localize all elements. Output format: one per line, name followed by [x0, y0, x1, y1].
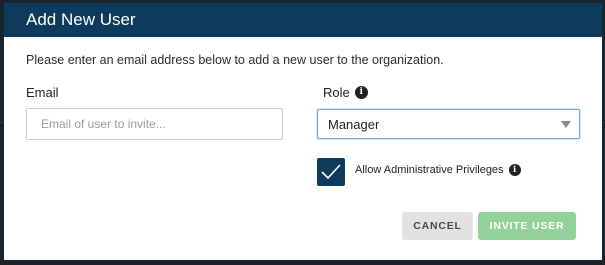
email-input[interactable] [26, 108, 283, 140]
role-label: Role i [323, 85, 368, 100]
checkmark-icon [321, 164, 341, 180]
admin-privileges-label: Allow Administrative Privileges i [355, 164, 521, 176]
role-selected-value: Manager [328, 116, 380, 132]
invite-user-button[interactable]: INVITE USER [478, 212, 576, 240]
chevron-down-icon [561, 120, 571, 128]
info-icon[interactable]: i [354, 86, 368, 99]
admin-privileges-checkbox[interactable] [317, 158, 345, 186]
email-label-text: Email [26, 85, 59, 100]
info-icon[interactable]: i [508, 164, 521, 176]
dialog-header: Add New User [4, 3, 602, 37]
admin-privileges-label-text: Allow Administrative Privileges [355, 164, 504, 176]
dialog-intro-text: Please enter an email address below to a… [26, 53, 444, 67]
add-user-dialog: Add New User Please enter an email addre… [3, 2, 603, 261]
role-select[interactable]: Manager [317, 109, 580, 139]
email-label: Email [26, 85, 59, 100]
cancel-button[interactable]: CANCEL [402, 212, 473, 240]
dialog-title: Add New User [26, 10, 136, 29]
role-label-text: Role [323, 85, 350, 100]
